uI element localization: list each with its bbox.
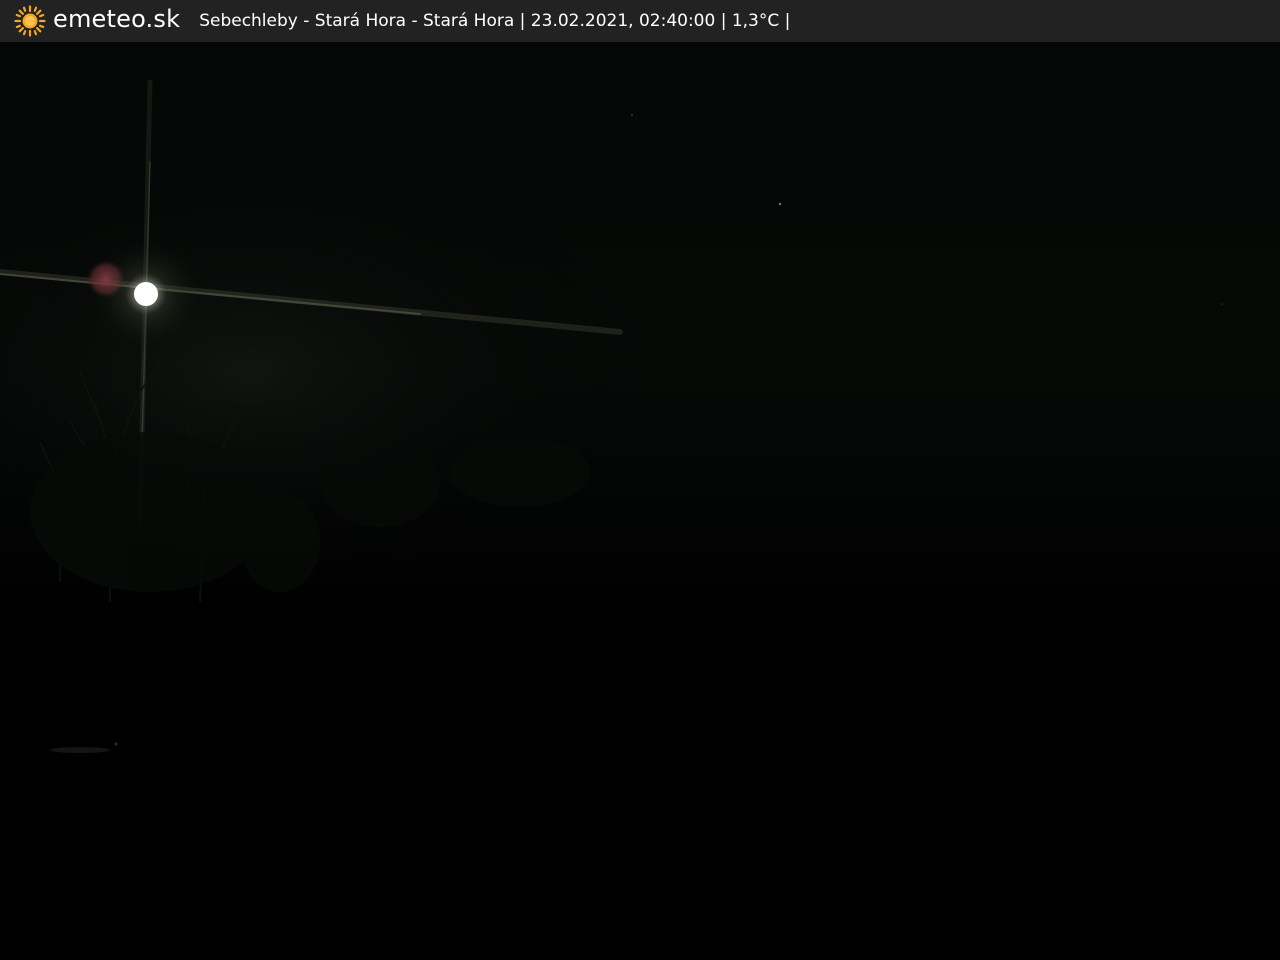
sun-icon: [14, 5, 46, 37]
top-bar: emeteo.sk Sebechleby - Stará Hora - Star…: [0, 0, 1280, 42]
brand-name: emeteo.sk: [53, 5, 181, 33]
webcam-image: [0, 42, 1280, 960]
webcam-caption: Sebechleby - Stará Hora - Stará Hora | 2…: [199, 11, 791, 31]
logo[interactable]: emeteo.sk: [14, 5, 180, 37]
